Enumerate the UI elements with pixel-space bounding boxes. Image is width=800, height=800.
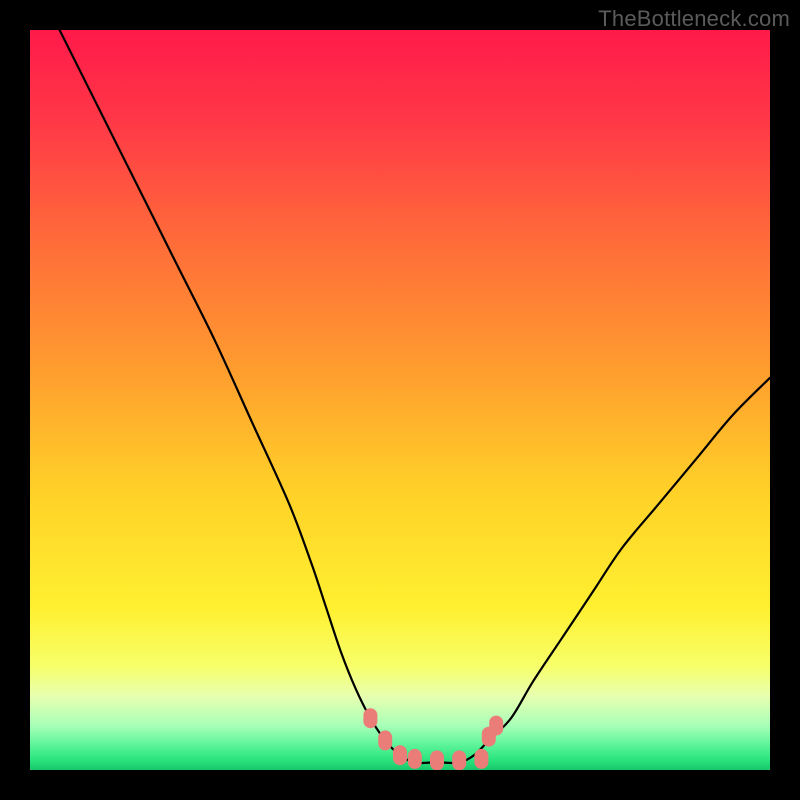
- chart-frame: [30, 30, 770, 770]
- background-gradient: [30, 30, 770, 770]
- watermark-text: TheBottleneck.com: [598, 6, 790, 32]
